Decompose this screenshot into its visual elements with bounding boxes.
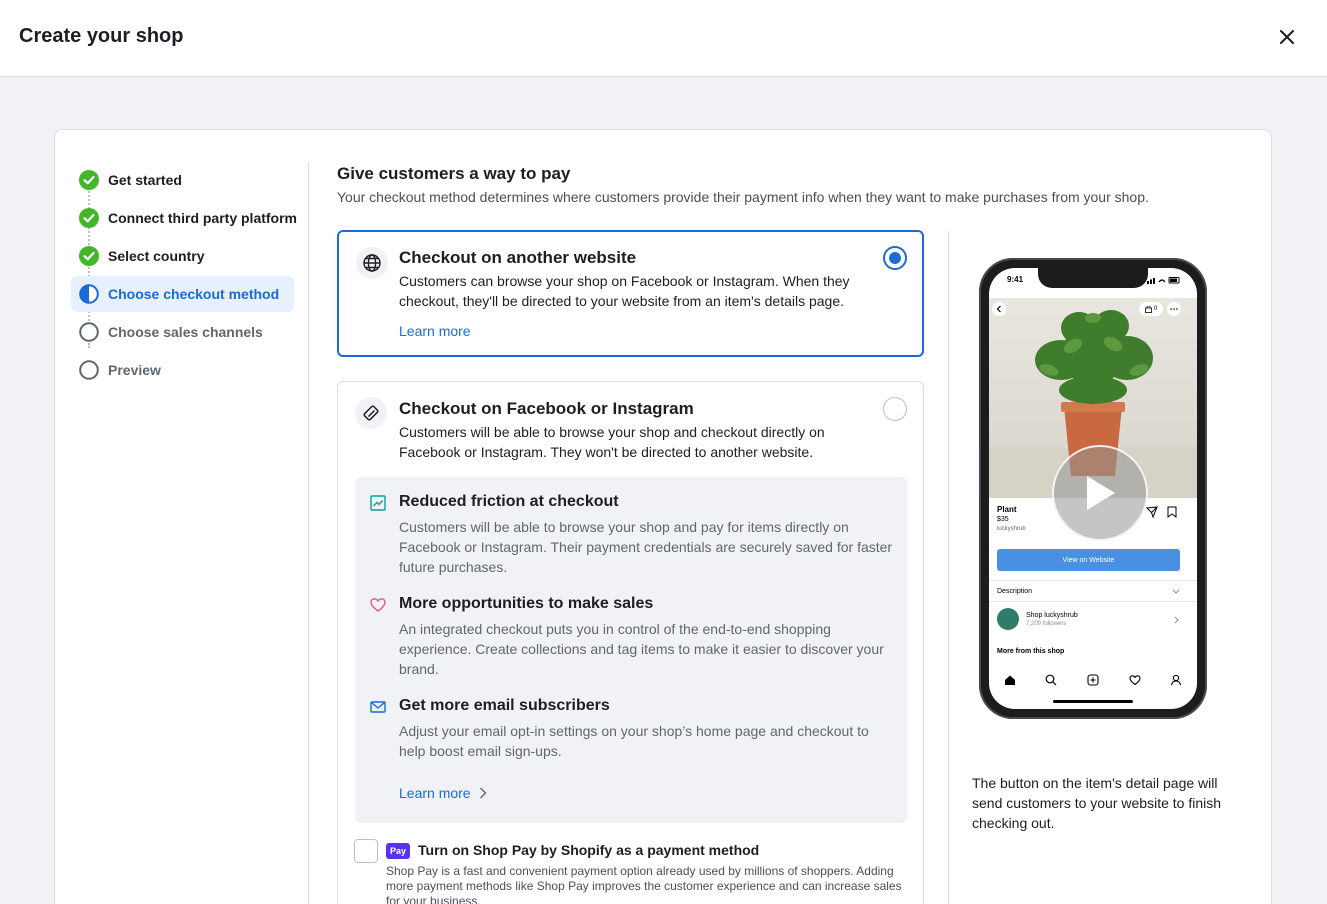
mail-icon xyxy=(369,698,387,716)
benefit-description: An integrated checkout puts you in contr… xyxy=(399,621,884,677)
option-checkout-website[interactable]: Checkout on another website Customers ca… xyxy=(337,230,924,357)
benefits-panel: Reduced friction at checkout Customers w… xyxy=(355,477,907,823)
shop-pay-logo: Pay xyxy=(386,843,410,859)
heart-icon xyxy=(369,596,387,614)
benefit-more-opportunities: More opportunities to make sales An inte… xyxy=(369,595,889,677)
share-icon[interactable] xyxy=(1146,506,1158,518)
dialog-header: Create your shop xyxy=(0,0,1327,77)
product-name: Plant xyxy=(997,505,1017,514)
stepper: Get started Connect third party platform… xyxy=(71,162,298,390)
shop-pay-checkbox[interactable] xyxy=(354,839,378,863)
heart-icon[interactable] xyxy=(1129,674,1141,686)
step-label: Choose sales channels xyxy=(108,324,263,340)
benefit-title: More opportunities to make sales xyxy=(399,595,654,612)
view-on-website-button[interactable]: View on Website xyxy=(997,549,1180,571)
product-price: $35 xyxy=(997,516,1009,523)
check-circle-icon xyxy=(79,208,99,228)
dialog-title: Create your shop xyxy=(19,25,184,47)
step-connect-platform[interactable]: Connect third party platform xyxy=(71,200,298,236)
preview-divider xyxy=(948,231,949,904)
section-title: Give customers a way to pay xyxy=(337,164,571,183)
profile-icon[interactable] xyxy=(1170,674,1182,686)
shop-pay-description: Shop Pay is a fast and convenient paymen… xyxy=(386,864,902,904)
chevron-right-icon xyxy=(1174,616,1179,624)
half-circle-icon xyxy=(79,284,99,304)
step-select-country[interactable]: Select country xyxy=(71,238,294,274)
step-label: Connect third party platform xyxy=(108,210,298,226)
option-description: Customers can browse your shop on Facebo… xyxy=(399,273,850,309)
benefit-description: Customers will be able to browse your sh… xyxy=(399,519,893,575)
home-icon[interactable] xyxy=(1004,674,1016,686)
check-circle-icon xyxy=(79,170,99,190)
close-button[interactable] xyxy=(1274,24,1300,50)
shop-avatar xyxy=(997,608,1019,630)
empty-circle-icon xyxy=(79,360,99,380)
status-bar-icons xyxy=(1147,277,1180,284)
cart-button[interactable]: 0 xyxy=(1139,302,1163,316)
benefit-title: Get more email subscribers xyxy=(399,697,610,714)
home-indicator xyxy=(1053,700,1133,703)
step-label: Get started xyxy=(108,172,182,188)
more-icon xyxy=(1170,308,1178,310)
more-options-button[interactable] xyxy=(1167,302,1181,316)
step-label: Select country xyxy=(108,248,205,264)
shop-pay-badge-text: Pay xyxy=(389,846,406,856)
chevron-down-icon xyxy=(1172,589,1180,594)
learn-more-label: Learn more xyxy=(399,785,471,801)
radio-checkout-website[interactable] xyxy=(883,246,907,270)
shop-pay-title: Turn on Shop Pay by Shopify as a payment… xyxy=(418,842,760,858)
checkout-section-header: Give customers a way to pay Your checkou… xyxy=(337,162,1237,205)
chevron-right-icon xyxy=(479,787,487,799)
phone-screen: 9:41 0 Plant $35 luckyshrub View on Webs… xyxy=(989,268,1197,709)
empty-circle-icon xyxy=(79,322,99,342)
step-preview[interactable]: Preview xyxy=(71,352,294,388)
phone-tab-bar xyxy=(989,668,1197,692)
more-from-shop-label: More from this shop xyxy=(997,648,1065,655)
cart-count: 0 xyxy=(1153,306,1158,312)
shop-setup-card: Get started Connect third party platform… xyxy=(54,129,1272,904)
bag-icon xyxy=(1144,305,1152,313)
status-bar-time: 9:41 xyxy=(1007,275,1024,284)
phone-divider xyxy=(989,580,1197,581)
stepper-divider xyxy=(308,162,309,904)
radio-checkout-facebook-instagram[interactable] xyxy=(883,397,907,421)
learn-more-link[interactable]: Learn more xyxy=(399,323,471,339)
benefits-learn-more-link[interactable]: Learn more xyxy=(399,785,487,801)
step-choose-checkout[interactable]: Choose checkout method xyxy=(71,276,294,312)
option-title: Checkout on Facebook or Instagram xyxy=(399,399,694,418)
shop-name: Shop luckyshrub xyxy=(1026,612,1078,619)
play-button[interactable] xyxy=(1052,445,1148,541)
step-get-started[interactable]: Get started xyxy=(71,162,294,198)
globe-icon xyxy=(356,247,388,279)
benefit-description: Adjust your email opt-in settings on you… xyxy=(399,723,869,759)
option-title: Checkout on another website xyxy=(399,248,637,267)
step-label: Preview xyxy=(108,362,161,378)
step-label: Choose checkout method xyxy=(108,286,280,302)
close-icon xyxy=(1280,30,1294,44)
card-icon xyxy=(355,397,387,429)
benefit-reduced-friction: Reduced friction at checkout Customers w… xyxy=(369,493,892,575)
trend-up-icon xyxy=(369,494,387,512)
step-choose-sales-channels[interactable]: Choose sales channels xyxy=(71,314,294,350)
benefit-email-subscribers: Get more email subscribers Adjust your e… xyxy=(369,697,889,759)
bookmark-icon[interactable] xyxy=(1167,506,1177,518)
option-description: Customers will be able to browse your sh… xyxy=(399,424,825,460)
play-icon xyxy=(1087,476,1115,510)
option-checkout-facebook-instagram[interactable]: Checkout on Facebook or Instagram Custom… xyxy=(337,381,924,904)
seller-handle: luckyshrub xyxy=(997,526,1026,532)
shop-followers: 7,209 followers xyxy=(1026,621,1067,627)
search-icon[interactable] xyxy=(1045,674,1057,686)
section-subtitle: Your checkout method determines where cu… xyxy=(337,189,1149,205)
preview-caption: The button on the item's detail page wil… xyxy=(972,775,1222,831)
phone-notch xyxy=(1038,268,1148,288)
chevron-left-icon xyxy=(996,305,1001,313)
benefit-title: Reduced friction at checkout xyxy=(399,493,619,510)
phone-preview: 9:41 0 Plant $35 luckyshrub View on Webs… xyxy=(979,258,1207,719)
check-circle-icon xyxy=(79,246,99,266)
phone-divider xyxy=(989,601,1197,602)
add-icon[interactable] xyxy=(1087,674,1099,686)
description-label: Description xyxy=(997,588,1033,595)
back-button[interactable] xyxy=(992,302,1006,316)
